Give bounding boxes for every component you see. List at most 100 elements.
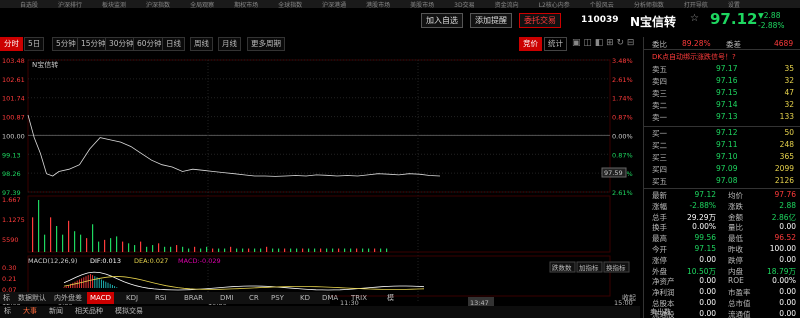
period-tab[interactable]: 5日 <box>24 37 45 51</box>
y-tick-right: 3.48% <box>612 57 633 65</box>
volume-bar <box>152 245 154 252</box>
menu-item[interactable]: 沪深排行 <box>58 2 82 8</box>
menu-item[interactable]: 沪深指数 <box>146 2 170 8</box>
toggle-bid[interactable]: 竞价 <box>519 37 542 51</box>
volume-bar <box>290 248 292 252</box>
order-label: 买二 <box>652 141 667 150</box>
volume-bar <box>68 220 70 252</box>
stock-code: 110039 <box>581 15 619 25</box>
star-icon[interactable]: ☆ <box>690 13 699 24</box>
volume-bar <box>386 248 388 252</box>
y-tick-left: 102.61 <box>2 76 25 84</box>
indicator-tab[interactable]: MACD <box>87 292 114 304</box>
info-label: 总手 <box>652 212 667 222</box>
menu-item[interactable]: L2核心内参 <box>539 2 570 8</box>
bottom-tab[interactable]: 新闻 <box>47 306 65 316</box>
signal-notice[interactable]: DK点自动绑示涨跌信号！? <box>652 52 736 62</box>
macd-tick: 0.30 <box>2 264 16 272</box>
bottom-right-label: 卖出数 <box>650 308 671 316</box>
collapse-button[interactable]: 收起 <box>622 293 636 303</box>
y-tick-right: 0.00% <box>612 132 633 140</box>
menu-item[interactable]: 分析师指数 <box>634 2 664 8</box>
price-change: ▼2.88 <box>758 11 781 20</box>
indicator-tab[interactable]: 数据默认 <box>15 292 49 304</box>
menu-item[interactable]: 美股市场 <box>410 2 434 8</box>
menu-item[interactable]: 打开导航 <box>684 2 708 8</box>
menu-item[interactable]: 期权市场 <box>234 2 258 8</box>
indicator-tab[interactable]: 模板 <box>384 292 397 314</box>
bottom-tab[interactable]: 标 <box>2 306 13 316</box>
order-row: 卖二 97.14 32 <box>644 100 794 111</box>
menu-item[interactable]: 全球指数 <box>278 2 302 8</box>
volume-bar <box>374 248 376 252</box>
order-price: 97.11 <box>716 140 738 149</box>
indicator-tab[interactable]: DMI <box>217 292 237 304</box>
volume-bar <box>206 246 208 252</box>
period-tab[interactable]: 日线 <box>162 37 185 51</box>
period-tab[interactable]: 周线 <box>190 37 213 51</box>
menu-item[interactable]: 设置 <box>728 2 740 8</box>
indicator-tab[interactable]: TRIX <box>348 292 370 304</box>
info-value: 0.00 <box>779 287 796 297</box>
indicator-tab[interactable]: PSY <box>268 292 287 304</box>
menu-item[interactable]: 板块监测 <box>102 2 126 8</box>
webi-value: 89.28% <box>682 39 711 48</box>
last-price: 97.12 <box>710 10 758 28</box>
add-watchlist-button[interactable]: 加入自选 <box>421 13 463 28</box>
menu-item[interactable]: 3D交易 <box>454 2 474 8</box>
info-value: -2.88% <box>689 200 716 210</box>
period-tab[interactable]: 月线 <box>218 37 241 51</box>
subchart-button-label: 跌数数 <box>552 263 572 272</box>
period-tab[interactable]: 60分钟 <box>133 37 166 51</box>
menu-item[interactable]: 个股风云 <box>590 2 614 8</box>
bottom-tab[interactable]: 模拟交易 <box>113 306 145 316</box>
indicator-tab[interactable]: KD <box>297 292 313 304</box>
volume-bar <box>236 248 238 252</box>
volume-bar <box>254 248 256 252</box>
info-value: 0.00 <box>699 308 716 318</box>
add-alert-button[interactable]: 添加提醒 <box>470 13 512 28</box>
period-tab[interactable]: 5分钟 <box>52 37 80 51</box>
indicator-tab[interactable]: CR <box>246 292 262 304</box>
menu-item[interactable]: 港股市场 <box>366 2 390 8</box>
info-value: 0.00% <box>692 222 716 232</box>
chart-title: N宝信转 <box>32 60 58 69</box>
volume-bar <box>314 248 316 252</box>
order-button[interactable]: 委托交易 <box>519 13 561 28</box>
info-value: 97.12 <box>694 190 716 199</box>
indicator-tab[interactable]: BRAR <box>181 292 206 304</box>
bottom-tab[interactable]: 相关品种 <box>73 306 105 316</box>
order-volume: 50 <box>784 128 794 137</box>
info-value: 2.88 <box>779 200 796 210</box>
indicator-tab[interactable]: RSI <box>152 292 169 304</box>
period-tab[interactable]: 更多周期 <box>247 37 285 51</box>
period-tab[interactable]: 分时 <box>0 37 23 51</box>
info-label: 金额 <box>728 212 743 222</box>
bottom-tab[interactable]: 大事 <box>21 306 39 316</box>
toolbar-icons[interactable]: ▣ ◫ ◧ ⊞ ↻ ⊟ <box>572 38 634 48</box>
menu-item[interactable]: 全局观察 <box>190 2 214 8</box>
toggle-stats[interactable]: 统计 <box>544 37 567 51</box>
volume-bar <box>80 234 82 252</box>
order-label: 买五 <box>652 177 667 186</box>
macd-label: MACD(12,26,9) <box>28 257 77 265</box>
indicator-tab[interactable]: DMA <box>319 292 341 304</box>
info-value: 0.00 <box>699 276 716 286</box>
indicator-tab[interactable]: KDJ <box>123 292 141 304</box>
volume-bar <box>110 238 112 252</box>
y-tick-left: 101.74 <box>2 95 25 103</box>
info-value: 0.00% <box>772 276 796 286</box>
volume-bar <box>146 246 148 252</box>
info-label: 流通值 <box>728 309 751 318</box>
menu-item[interactable]: 资金流向 <box>495 2 519 8</box>
menu-item[interactable]: 自选股 <box>20 2 38 8</box>
info-label: 均价 <box>728 191 743 200</box>
price-chart[interactable]: 103.48 3.48% 102.61 2.61% 101.74 1.74% 100.87 0… <box>0 52 640 318</box>
dea-label: DEA:0.027 <box>134 257 168 265</box>
indicator-tab[interactable]: 内外盘差 <box>51 292 85 304</box>
volume-bar <box>302 248 304 252</box>
menu-item[interactable]: 沪深港通 <box>322 2 346 8</box>
indicator-tab[interactable]: 标 <box>0 292 13 304</box>
order-row: 卖三 97.15 47 <box>644 88 794 99</box>
price-tag: 97.59 <box>604 169 623 177</box>
